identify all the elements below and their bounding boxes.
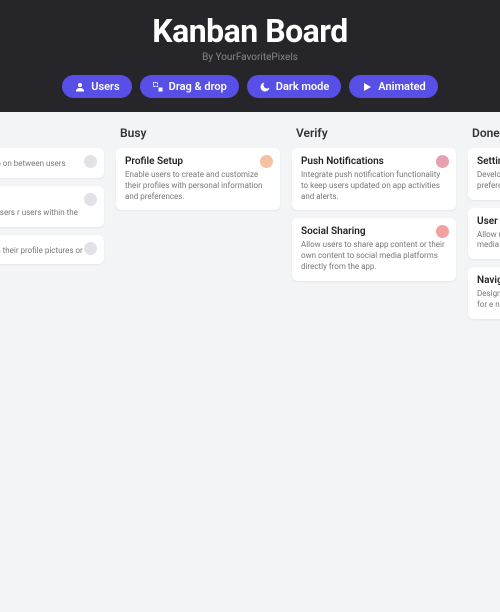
card-list: Profile Setup Enable users to create and …: [116, 148, 280, 210]
kanban-board: rd chat feature to on between users y ature…: [0, 112, 500, 612]
column: Done Settings Page Develop a settings pa a…: [468, 126, 500, 612]
column: rd chat feature to on between users y ature…: [0, 126, 104, 612]
byline: By YourFavoritePixels: [0, 52, 500, 63]
card-description: chat feature to on between users: [0, 159, 95, 170]
column-title: Done: [468, 126, 500, 148]
pill-users[interactable]: Users: [62, 75, 131, 98]
card-description: Develop a settings pa adjust app prefere…: [477, 170, 500, 192]
card-title: User Registration: [477, 216, 500, 227]
card-list: chat feature to on between users y ature t…: [0, 148, 104, 264]
feature-pills: Users Drag & drop Dark mode Animated: [0, 75, 500, 98]
card-description: Allow users to sign u email or social me…: [477, 230, 500, 252]
card-description: Integrate push notification functionalit…: [301, 170, 447, 202]
avatar: [84, 242, 97, 255]
card-title: Navigation Menu: [477, 275, 500, 286]
drag-icon: [152, 81, 164, 93]
card-title: Push Notifications: [301, 156, 447, 167]
card-title: Profile Setup: [125, 156, 271, 167]
moon-icon: [259, 81, 271, 93]
column-title: Busy: [116, 126, 280, 148]
card-description: d images from their profile pictures or: [0, 246, 95, 257]
kanban-card[interactable]: Profile Setup Enable users to create and …: [116, 148, 280, 210]
card-title: Settings Page: [477, 156, 500, 167]
header: Kanban Board By YourFavoritePixels Users…: [0, 0, 500, 112]
pill-dark-mode[interactable]: Dark mode: [247, 75, 341, 98]
column: Verify Push Notifications Integrate push n…: [292, 126, 456, 612]
column-title: Verify: [292, 126, 456, 148]
pill-label: Users: [91, 80, 119, 93]
column: Busy Profile Setup Enable users to create …: [116, 126, 280, 612]
avatar: [84, 155, 97, 168]
kanban-card[interactable]: Social Sharing Allow users to share app c…: [292, 218, 456, 280]
card-description: Enable users to create and customize the…: [125, 170, 271, 202]
kanban-card[interactable]: Navigation Menu Design and implemen navig…: [468, 267, 500, 319]
avatar: [260, 155, 273, 168]
pill-label: Dark mode: [276, 80, 329, 93]
card-title: y: [0, 194, 95, 205]
pill-label: Animated: [378, 80, 425, 93]
play-icon: [361, 81, 373, 93]
user-icon: [74, 81, 86, 93]
pill-drag-drop[interactable]: Drag & drop: [140, 75, 239, 98]
card-list: Push Notifications Integrate push notific…: [292, 148, 456, 281]
kanban-card[interactable]: Settings Page Develop a settings pa adjus…: [468, 148, 500, 200]
page-title: Kanban Board: [0, 12, 500, 50]
avatar: [84, 193, 97, 206]
card-description: Design and implemen navigation menu for …: [477, 289, 500, 311]
pill-label: Drag & drop: [169, 80, 227, 93]
kanban-card[interactable]: d images from their profile pictures or: [0, 235, 104, 265]
kanban-card[interactable]: y ature to help users r users within the: [0, 186, 104, 227]
avatar: [436, 155, 449, 168]
card-title: Social Sharing: [301, 226, 447, 237]
card-list: Settings Page Develop a settings pa adjus…: [468, 148, 500, 319]
pill-animated[interactable]: Animated: [349, 75, 437, 98]
column-title: rd: [0, 126, 104, 148]
kanban-card[interactable]: Push Notifications Integrate push notific…: [292, 148, 456, 210]
kanban-card[interactable]: chat feature to on between users: [0, 148, 104, 178]
card-description: Allow users to share app content or thei…: [301, 240, 447, 272]
kanban-card[interactable]: User Registration Allow users to sign u e…: [468, 208, 500, 260]
card-description: ature to help users r users within the: [0, 208, 95, 219]
avatar: [436, 225, 449, 238]
